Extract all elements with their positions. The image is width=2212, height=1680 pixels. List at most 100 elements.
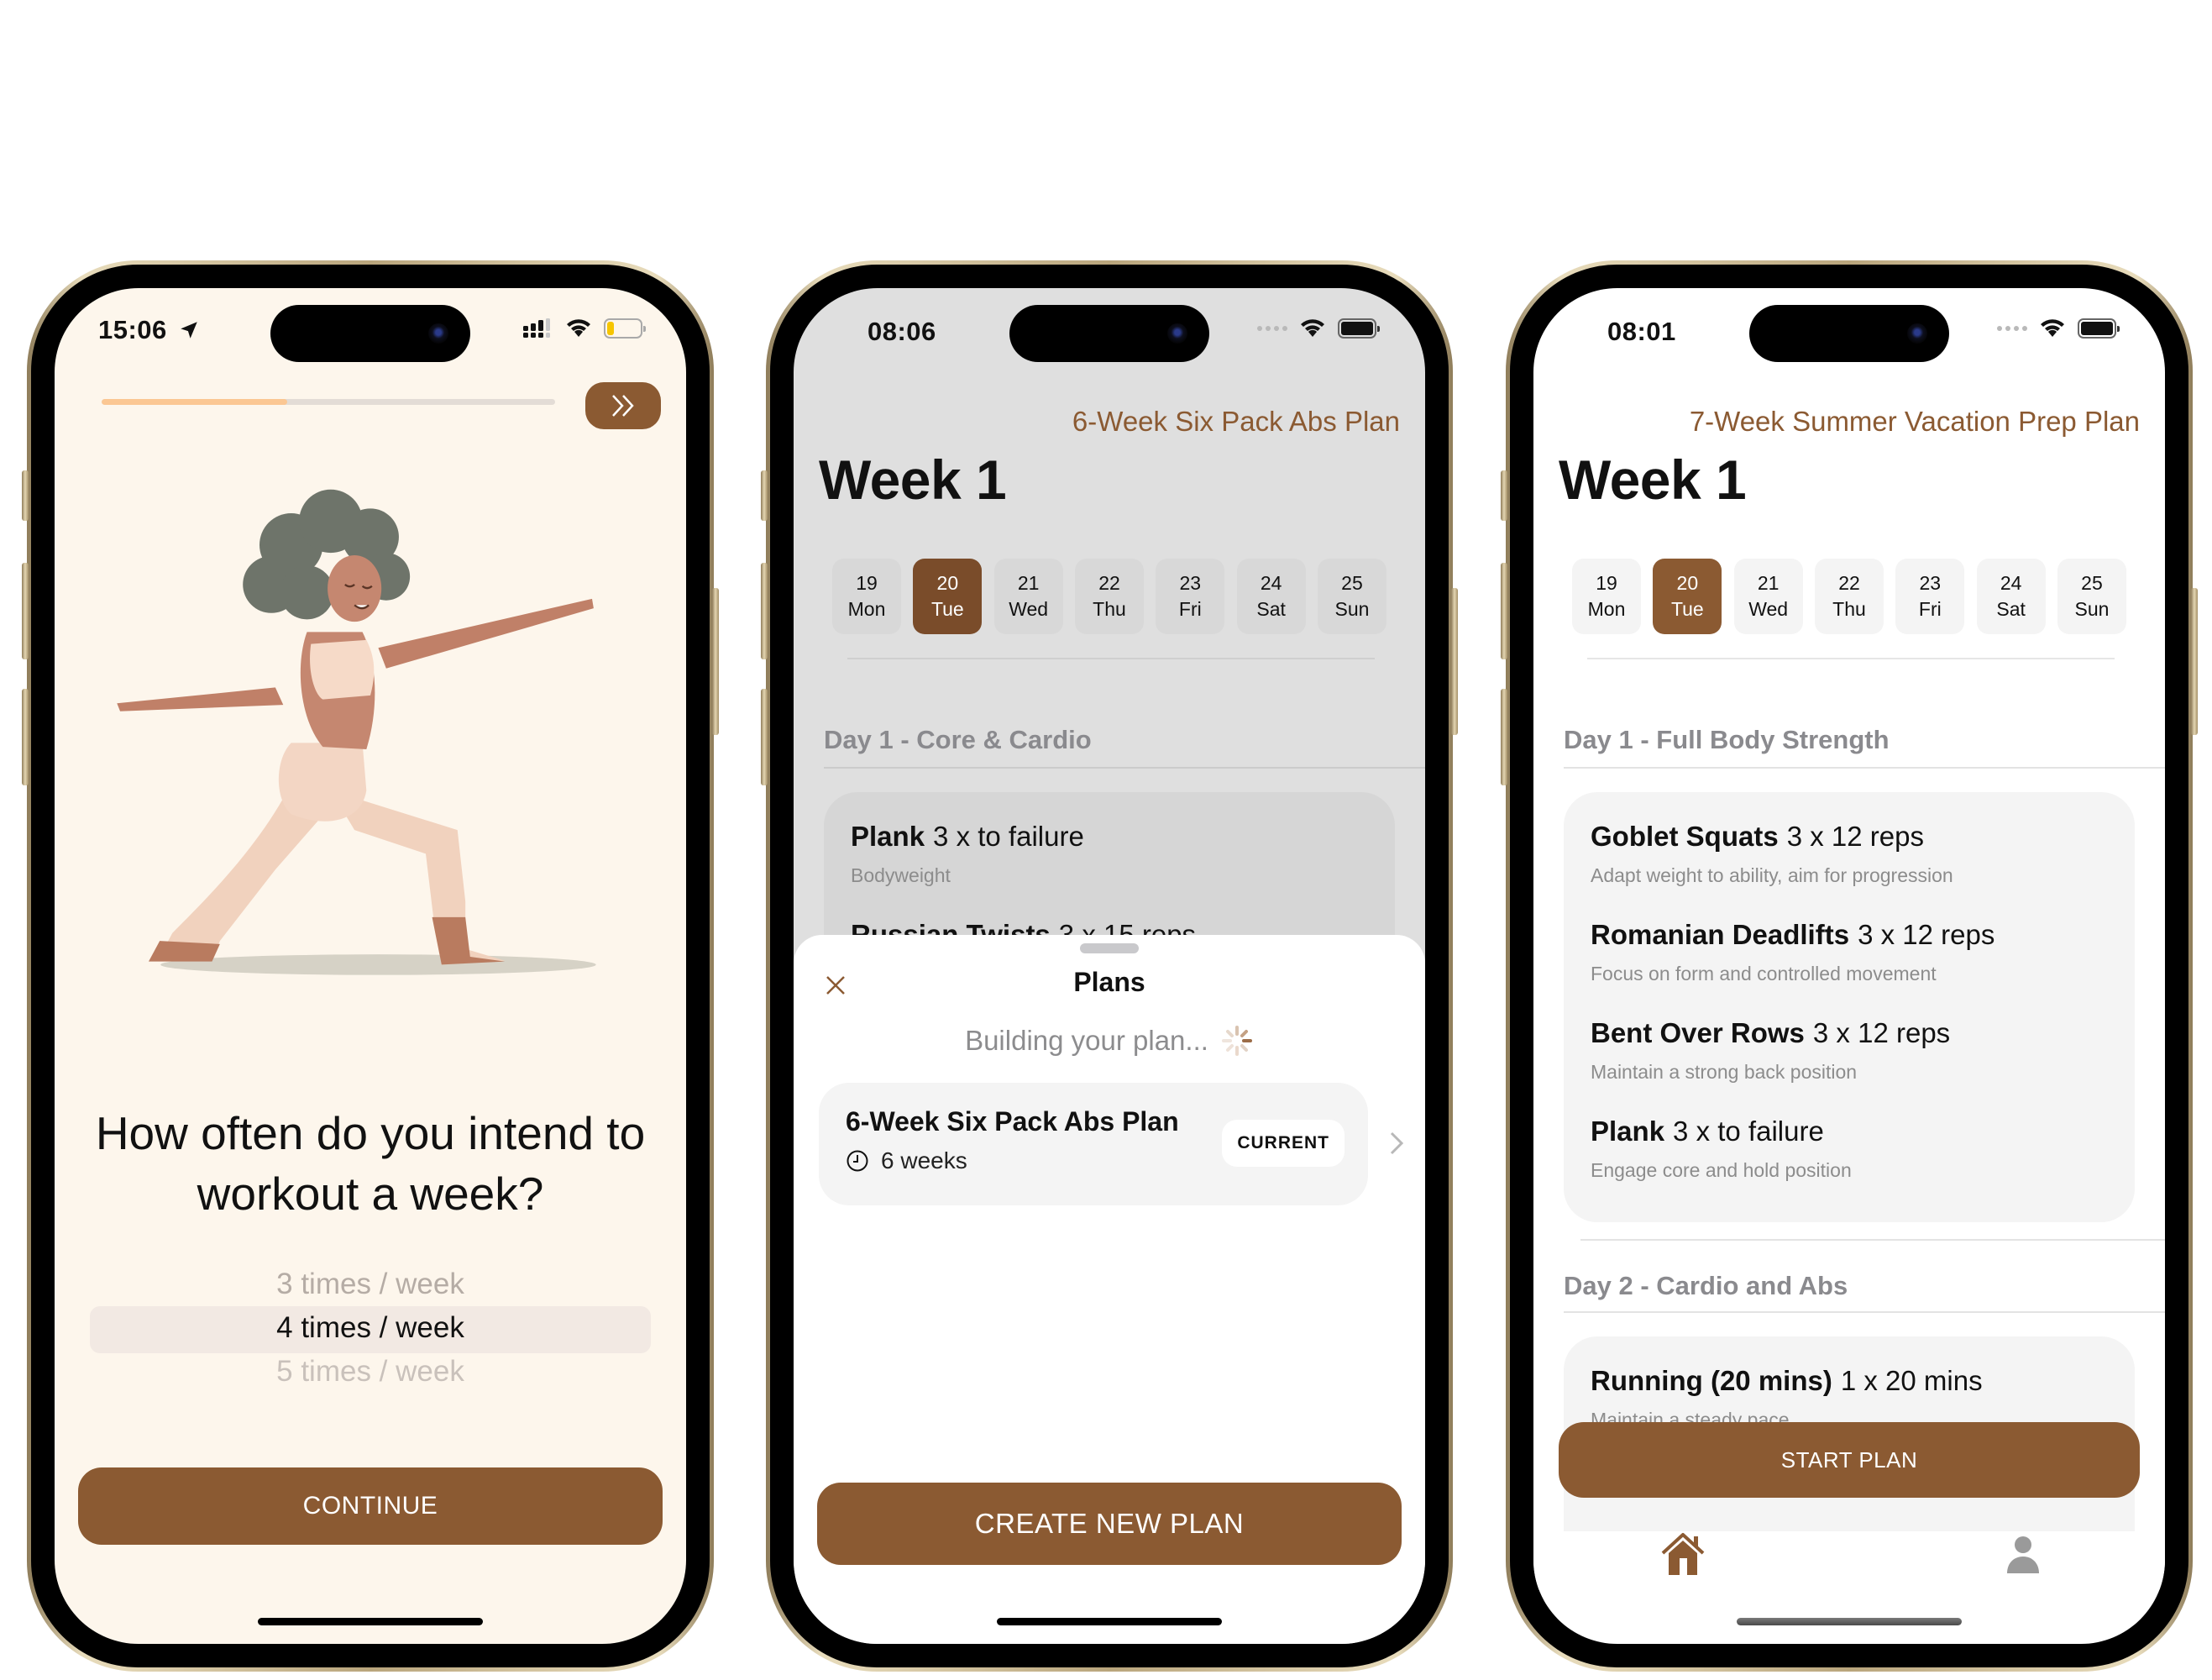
day-25[interactable]: 25 Sun <box>1317 559 1386 634</box>
exercise-item[interactable]: Romanian Deadlifts 3 x 12 reps Focus on f… <box>1591 919 2108 985</box>
signal-icon <box>523 318 550 338</box>
day-19[interactable]: 19 Mon <box>832 559 901 634</box>
onboarding-progress-bar <box>102 399 555 405</box>
day-20-selected[interactable]: 20 Tue <box>1653 559 1722 634</box>
chevron-right-icon[interactable] <box>1386 1128 1407 1158</box>
current-badge: CURRENT <box>1222 1120 1344 1167</box>
day-25[interactable]: 25 Sun <box>2057 559 2126 634</box>
volume-down-button <box>22 689 29 785</box>
volume-up-button <box>1501 563 1507 659</box>
dynamic-island <box>270 305 470 362</box>
volume-down-button <box>1501 689 1507 785</box>
day-20-selected[interactable]: 20 Tue <box>913 559 983 634</box>
exercise-item[interactable]: Goblet Squats 3 x 12 reps Adapt weight to… <box>1591 821 2108 887</box>
signal-dots-icon <box>1997 326 2027 331</box>
exercise-card: Goblet Squats 3 x 12 reps Adapt weight to… <box>1564 792 2135 1222</box>
plan-preview-screen: 08:01 7-Week Summer Vacation Prep Plan W… <box>1533 288 2165 1644</box>
picker-option-selected[interactable]: 4 times / week <box>55 1306 686 1350</box>
day-selector: 19 Mon 20 Tue 21 Wed 22 Thu 23 Fri 24 Sat 25 Su… <box>832 559 1386 634</box>
status-time: 08:06 <box>868 317 936 346</box>
action-button <box>22 470 29 521</box>
day-22[interactable]: 22 Thu <box>1074 559 1144 634</box>
volume-up-button <box>761 563 768 659</box>
loading-spinner-icon <box>1221 1026 1252 1056</box>
action-button <box>761 470 768 521</box>
divider <box>1564 1311 2165 1313</box>
clock-icon <box>847 1150 868 1172</box>
day-selector: 19 Mon 20 Tue 21 Wed 22 Thu 23 Fri 24 Sat 25 Su… <box>1572 559 2126 634</box>
wifi-icon <box>567 319 590 337</box>
wifi-icon <box>1301 319 1324 337</box>
plan-screen: 08:06 6-Week Six Pack Abs Plan Week 1 19… <box>794 288 1425 1644</box>
frequency-picker[interactable]: 3 times / week 4 times / week 5 times / … <box>55 1263 686 1394</box>
floor-shadow <box>160 954 596 975</box>
front-leg <box>330 790 506 965</box>
day-23[interactable]: 23 Fri <box>1895 559 1965 634</box>
day-24[interactable]: 24 Sat <box>1236 559 1306 634</box>
yoga-illustration <box>117 489 596 975</box>
home-indicator <box>997 1618 1222 1625</box>
day-23[interactable]: 23 Fri <box>1156 559 1225 634</box>
day-24[interactable]: 24 Sat <box>1976 559 2046 634</box>
onboarding-screen: 15:06 How often do you intend to workout… <box>55 288 686 1644</box>
day-section-header: Day 2 - Cardio and Abs <box>1564 1271 1848 1300</box>
create-new-plan-button[interactable]: CREATE NEW PLAN <box>817 1483 1402 1565</box>
week-title: Week 1 <box>1559 449 1747 511</box>
person-icon[interactable] <box>2005 1535 2041 1573</box>
day-19[interactable]: 19 Mon <box>1572 559 1641 634</box>
action-button <box>1501 470 1507 521</box>
location-arrow-icon <box>181 322 197 339</box>
battery-full-icon <box>2078 318 2120 339</box>
picker-option[interactable]: 5 times / week <box>55 1350 686 1394</box>
exercise-item[interactable]: Plank 3 x to failure Engage core and hold… <box>1591 1116 2108 1182</box>
status-time: 15:06 <box>98 315 200 345</box>
plans-sheet: Plans Building your plan... 6-Week Six P… <box>794 935 1425 1644</box>
status-time: 08:01 <box>1607 317 1676 346</box>
home-icon[interactable] <box>1659 1531 1706 1577</box>
back-foot <box>149 941 220 962</box>
double-chevron-right-icon <box>612 395 634 417</box>
hair <box>243 489 411 620</box>
day-section-header: Day 1 - Full Body Strength <box>1564 725 1890 754</box>
exercise-item[interactable]: Bent Over Rows 3 x 12 reps Maintain a str… <box>1591 1017 2108 1084</box>
exercise-item[interactable]: Plank 3 x to failure Bodyweight <box>851 821 1368 887</box>
skip-button[interactable] <box>585 382 661 429</box>
signal-dots-icon <box>1257 326 1287 331</box>
day-22[interactable]: 22 Thu <box>1814 559 1884 634</box>
phone-onboarding: 15:06 How often do you intend to workout… <box>22 260 719 1672</box>
divider <box>1564 767 2165 769</box>
dynamic-island <box>1009 305 1209 362</box>
face <box>328 554 382 622</box>
home-indicator <box>1737 1618 1962 1625</box>
sports-top <box>310 639 375 700</box>
continue-button[interactable]: CONTINUE <box>78 1467 663 1545</box>
sheet-grabber[interactable] <box>1080 943 1139 953</box>
day-21[interactable]: 21 Wed <box>1733 559 1803 634</box>
plan-list-item[interactable]: 6-Week Six Pack Abs Plan 6 weeks CURRENT <box>819 1083 1368 1205</box>
day-21[interactable]: 21 Wed <box>993 559 1063 634</box>
picker-option[interactable]: 3 times / week <box>55 1263 686 1306</box>
battery-full-icon <box>1338 318 1380 339</box>
phone-plans-sheet: 08:06 6-Week Six Pack Abs Plan Week 1 19… <box>761 260 1458 1672</box>
battery-low-icon <box>604 318 646 339</box>
question-heading: How often do you intend to workout a wee… <box>95 1107 646 1220</box>
week-title: Week 1 <box>819 449 1007 511</box>
sheet-title: Plans <box>1073 967 1145 997</box>
volume-up-button <box>22 563 29 659</box>
divider <box>1587 658 2115 659</box>
home-indicator <box>258 1618 483 1625</box>
power-button <box>712 588 719 735</box>
dynamic-island <box>1749 305 1949 362</box>
power-button <box>1451 588 1458 735</box>
divider <box>847 658 1375 659</box>
right-arm <box>378 598 594 669</box>
divider <box>824 767 1425 769</box>
plan-title: 6-Week Six Pack Abs Plan <box>1072 406 1400 437</box>
plan-title: 7-Week Summer Vacation Prep Plan <box>1689 406 2140 437</box>
start-plan-button[interactable]: START PLAN <box>1559 1422 2140 1498</box>
progress-fill <box>102 399 288 405</box>
back-leg <box>160 798 331 962</box>
day-section-header: Day 1 - Core & Cardio <box>824 725 1092 754</box>
wifi-icon <box>2041 319 2064 337</box>
phone-plan-preview: 08:01 7-Week Summer Vacation Prep Plan W… <box>1501 260 2198 1672</box>
